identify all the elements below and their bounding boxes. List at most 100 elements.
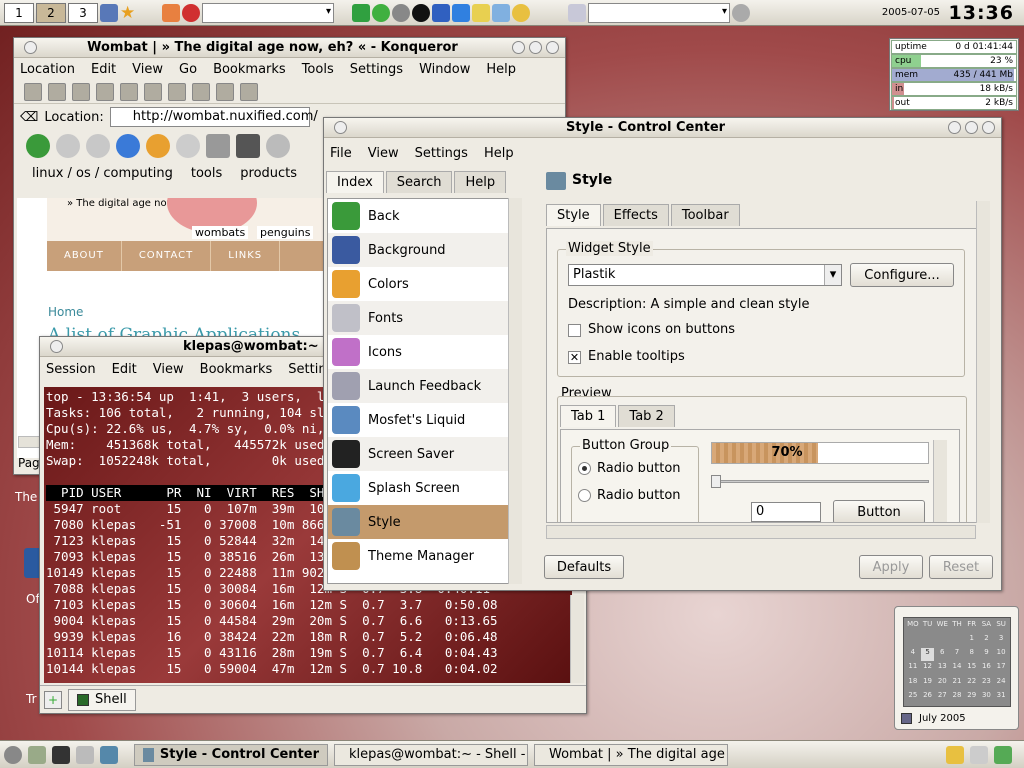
find-icon[interactable] <box>236 134 260 158</box>
enable-tooltips-label[interactable]: Enable tooltips <box>588 349 685 364</box>
module-list-scrollbar[interactable] <box>508 198 522 584</box>
calendar-day[interactable]: 18 <box>906 677 920 690</box>
user-icon[interactable] <box>512 3 530 22</box>
star-icon[interactable]: ★ <box>120 4 138 22</box>
menu-bookmarks[interactable]: Bookmarks <box>213 62 286 77</box>
pane-horizontal-scrollbar[interactable] <box>546 525 976 539</box>
menu-help[interactable]: Help <box>486 62 516 77</box>
radio-2-indicator[interactable] <box>578 489 591 502</box>
lock-icon[interactable] <box>48 82 66 101</box>
calendar-day[interactable]: 7 <box>950 648 964 661</box>
radio-button-2[interactable]: Radio button <box>578 488 681 503</box>
task-konsole[interactable]: klepas@wombat:~ - Shell - Konsole <box>334 743 528 766</box>
terminal-icon[interactable] <box>52 745 70 764</box>
calendar-day[interactable]: 19 <box>921 677 935 690</box>
calendar-day[interactable]: 4 <box>906 648 920 661</box>
minimize-button[interactable] <box>948 121 961 134</box>
calendar-day[interactable]: 1 <box>965 634 979 647</box>
globe-icon[interactable] <box>372 3 390 22</box>
spinbox[interactable]: 0 <box>751 502 821 522</box>
home-icon[interactable] <box>28 745 46 764</box>
module-item-screen-saver[interactable]: Screen Saver <box>328 437 510 471</box>
split-icon[interactable] <box>72 82 90 101</box>
window-menu-icon[interactable] <box>24 41 37 54</box>
settings-icon[interactable] <box>100 745 118 764</box>
tag-penguins[interactable]: penguins <box>257 226 314 239</box>
module-item-fonts[interactable]: Fonts <box>328 301 510 335</box>
radio-button-1[interactable]: Radio button <box>578 461 681 476</box>
home-icon[interactable] <box>116 134 140 158</box>
radio-1-indicator[interactable] <box>578 462 591 475</box>
pane-vertical-scrollbar[interactable] <box>976 201 990 523</box>
menu-location[interactable]: Location <box>20 62 75 77</box>
close-button[interactable] <box>546 41 559 54</box>
view-icon[interactable] <box>24 82 42 101</box>
defaults-button[interactable]: Defaults <box>544 555 624 579</box>
calendar-day[interactable]: 30 <box>980 691 994 704</box>
bookmark-products[interactable]: products <box>240 166 297 181</box>
module-item-icons[interactable]: Icons <box>328 335 510 369</box>
preview-scrollbar[interactable] <box>933 440 947 522</box>
task-konqueror[interactable]: Wombat | » The digital age now, eh? « - … <box>534 743 728 766</box>
preview-tab-1[interactable]: Tab 1 <box>560 405 617 427</box>
network-icon[interactable] <box>732 3 750 22</box>
tag-wombats[interactable]: wombats <box>192 226 249 239</box>
command-input[interactable] <box>202 2 334 23</box>
menu-help[interactable]: Help <box>484 146 514 161</box>
calendar-day[interactable]: 8 <box>965 648 979 661</box>
module-item-launch-feedback[interactable]: Launch Feedback <box>328 369 510 403</box>
menu-view[interactable]: View <box>153 362 184 377</box>
calendar-day[interactable]: 27 <box>935 691 949 704</box>
calendar-day[interactable]: 15 <box>965 662 979 675</box>
calendar-day[interactable]: 21 <box>950 677 964 690</box>
menu-view[interactable]: View <box>368 146 399 161</box>
calendar-day[interactable]: 28 <box>950 691 964 704</box>
module-item-background[interactable]: Background <box>328 233 510 267</box>
module-item-mosfet-s-liquid[interactable]: Mosfet's Liquid <box>328 403 510 437</box>
menu-session[interactable]: Session <box>46 362 96 377</box>
show-icons-checkbox[interactable] <box>568 324 581 337</box>
star-icon[interactable] <box>168 82 186 101</box>
calendar-day[interactable]: 23 <box>980 677 994 690</box>
terminal-scrollbar[interactable] <box>570 595 584 683</box>
tab-help[interactable]: Help <box>454 171 507 193</box>
tab-toolbar[interactable]: Toolbar <box>670 204 740 226</box>
apply-button[interactable]: Apply <box>859 555 923 579</box>
menu-edit[interactable]: Edit <box>91 62 116 77</box>
menu-settings[interactable]: Settings <box>415 146 468 161</box>
task-control-center[interactable]: Style - Control Center <box>134 743 328 766</box>
calendar-day[interactable]: 24 <box>994 677 1008 690</box>
calendar-day[interactable]: 10 <box>994 648 1008 661</box>
calendar-day[interactable]: 6 <box>935 648 949 661</box>
window-menu-icon[interactable] <box>50 340 63 353</box>
tools-icon[interactable] <box>144 82 162 101</box>
w3c-icon[interactable] <box>192 82 210 101</box>
calendar-day[interactable] <box>950 634 964 647</box>
forward-icon[interactable] <box>56 134 80 158</box>
konqueror-titlebar[interactable]: Wombat | » The digital age now, eh? « - … <box>14 38 565 58</box>
nav-contact[interactable]: CONTACT <box>122 241 212 271</box>
slider-handle[interactable] <box>711 475 721 488</box>
lock-icon[interactable] <box>162 3 180 22</box>
search-icon[interactable] <box>568 3 586 22</box>
up-icon[interactable] <box>86 134 110 158</box>
calendar-day[interactable]: 29 <box>965 691 979 704</box>
module-item-back[interactable]: Back <box>328 199 510 233</box>
window-menu-icon[interactable] <box>334 121 347 134</box>
menu-window[interactable]: Window <box>419 62 470 77</box>
radio-2-label[interactable]: Radio button <box>597 488 681 503</box>
reset-button[interactable]: Reset <box>929 555 993 579</box>
tab-index[interactable]: Index <box>326 171 384 193</box>
location-input[interactable]: http://wombat.nuxified.com/ <box>109 107 318 127</box>
menu-tools[interactable]: Tools <box>302 62 334 77</box>
logout-icon[interactable] <box>182 3 200 22</box>
calendar-day[interactable] <box>921 634 935 647</box>
calendar-day[interactable]: 11 <box>906 662 920 675</box>
calendar-day[interactable]: 5 <box>920 648 935 662</box>
module-item-style[interactable]: Style <box>328 505 510 539</box>
calendar-day[interactable]: 17 <box>994 662 1008 675</box>
menu-go[interactable]: Go <box>179 62 197 77</box>
menu-settings[interactable]: Settings <box>350 62 403 77</box>
widget-style-select[interactable]: Plastik <box>568 264 842 286</box>
calendar-day[interactable]: 3 <box>994 634 1008 647</box>
